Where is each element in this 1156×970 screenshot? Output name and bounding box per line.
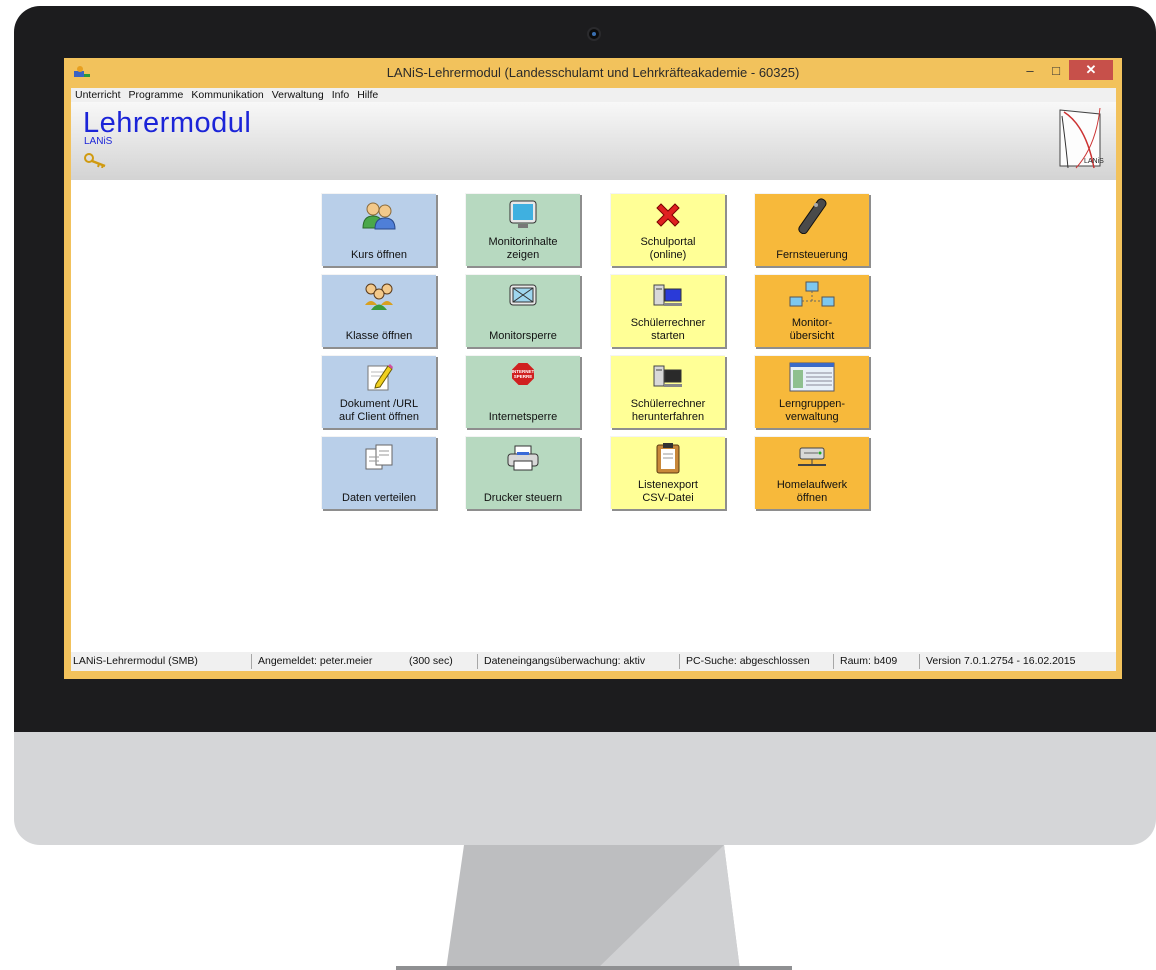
monitor-chin: [14, 732, 1156, 845]
webcam: [589, 29, 599, 39]
app-window: LANiS-Lehrermodul (Landesschulamt und Le…: [64, 58, 1122, 679]
tile-monitor-uebersicht[interactable]: Monitor- übersicht: [754, 274, 869, 347]
status-version: Version 7.0.1.2754 - 16.02.2015: [919, 654, 1115, 669]
tile-schulportal-online[interactable]: Schulportal (online): [610, 193, 725, 266]
tile-schuelerrechner-herunterfahren[interactable]: Schülerrechner herunterfahren: [610, 355, 725, 428]
tile-label: Internetsperre: [488, 411, 558, 423]
title-bar[interactable]: LANiS-Lehrermodul (Landesschulamt und Le…: [64, 58, 1122, 88]
tile-label: Lerngruppen- verwaltung: [778, 398, 846, 423]
status-app-name: LANiS-Lehrermodul (SMB): [73, 655, 198, 667]
logo-text: LANiS: [1084, 158, 1104, 165]
tile-label: Schülerrechner herunterfahren: [630, 398, 706, 423]
tile-homelaufwerk-oeffnen[interactable]: Homelaufwerk öffnen: [754, 436, 869, 509]
menu-verwaltung[interactable]: Verwaltung: [268, 89, 328, 101]
menu-hilfe[interactable]: Hilfe: [353, 89, 382, 101]
network-monitors-icon: [789, 281, 835, 307]
status-bar: LANiS-Lehrermodul (SMB) Angemeldet: pete…: [71, 652, 1116, 671]
tile-label: Listenexport CSV-Datei: [638, 479, 698, 504]
remote-control-icon: [798, 198, 827, 234]
key-icon[interactable]: [83, 152, 109, 168]
network-drive-icon: [798, 447, 826, 466]
status-logged-in: Angemeldet: peter.meier: [251, 654, 391, 669]
document-edit-icon: [367, 364, 393, 391]
menu-kommunikation[interactable]: Kommunikation: [187, 89, 267, 101]
close-icon[interactable]: ✕: [1069, 60, 1113, 80]
tile-label: Homelaufwerk öffnen: [776, 479, 848, 504]
tile-drucker-steuern[interactable]: Drucker steuern: [465, 436, 580, 509]
tile-klasse-oeffnen[interactable]: Klasse öffnen: [321, 274, 436, 347]
menu-unterricht[interactable]: Unterricht: [71, 89, 125, 101]
tile-grid: Kurs öffnen Monitorinhalte zeigen Schulp…: [71, 180, 1116, 652]
tile-label: Daten verteilen: [342, 492, 416, 504]
menu-info[interactable]: Info: [328, 89, 354, 101]
tile-label: Schulportal (online): [640, 236, 696, 261]
tile-fernsteuerung[interactable]: Fernsteuerung: [754, 193, 869, 266]
status-monitoring: Dateneingangsüberwachung: aktiv: [477, 654, 677, 669]
tile-lerngruppen-verwaltung[interactable]: Lerngruppen- verwaltung: [754, 355, 869, 428]
tile-schuelerrechner-starten[interactable]: Schülerrechner starten: [610, 274, 725, 347]
tile-monitorsperre[interactable]: Monitorsperre: [465, 274, 580, 347]
header-banner: Lehrermodul LANiS LANiS: [71, 102, 1116, 180]
lanis-logo: LANiS: [1056, 106, 1106, 172]
red-x-icon: [656, 203, 680, 227]
tile-label: Kurs öffnen: [350, 249, 408, 261]
status-pc-search: PC-Suche: abgeschlossen: [679, 654, 831, 669]
class-group-icon: [365, 283, 393, 310]
documents-icon: [365, 444, 393, 470]
tile-listenexport-csv[interactable]: Listenexport CSV-Datei: [610, 436, 725, 509]
menu-bar: Unterricht Programme Kommunikation Verwa…: [71, 88, 1116, 102]
minimize-icon[interactable]: –: [1017, 60, 1043, 80]
status-room: Raum: b409: [833, 654, 917, 669]
clipboard-icon: [656, 443, 680, 474]
spreadsheet-icon: [789, 362, 835, 392]
tile-label: Klasse öffnen: [345, 330, 413, 342]
maximize-icon[interactable]: □: [1043, 60, 1069, 80]
tile-label: Monitorinhalte zeigen: [488, 236, 558, 261]
window-title: LANiS-Lehrermodul (Landesschulamt und Le…: [386, 65, 800, 80]
status-timeout: (300 sec): [409, 655, 453, 667]
tile-label: Drucker steuern: [483, 492, 563, 504]
tile-internetsperre[interactable]: INTERNET SPERRE Internetsperre: [465, 355, 580, 428]
monitor-icon: [509, 200, 537, 228]
tile-label: Monitorsperre: [489, 330, 557, 342]
window-controls: – □ ✕: [1017, 60, 1113, 82]
tile-monitorinhalte-zeigen[interactable]: Monitorinhalte zeigen: [465, 193, 580, 266]
users-icon: [362, 202, 396, 230]
internet-stop-icon: INTERNET SPERRE: [512, 363, 534, 385]
tile-kurs-oeffnen[interactable]: Kurs öffnen: [321, 193, 436, 266]
tile-dokument-url-oeffnen[interactable]: Dokument /URL auf Client öffnen: [321, 355, 436, 428]
monitor-stand: [396, 845, 792, 970]
tile-label: Monitor- übersicht: [789, 317, 835, 342]
page-subtitle: LANiS: [84, 136, 113, 147]
computer-start-icon: [653, 284, 682, 306]
tile-label: Schülerrechner starten: [630, 317, 706, 342]
computer-shutdown-icon: [653, 365, 682, 387]
monitor-lock-icon: [509, 284, 537, 306]
menu-programme[interactable]: Programme: [125, 89, 188, 101]
tile-daten-verteilen[interactable]: Daten verteilen: [321, 436, 436, 509]
tile-label: Fernsteuerung: [776, 249, 848, 261]
tile-label: Dokument /URL auf Client öffnen: [339, 398, 419, 423]
printer-icon: [507, 445, 539, 471]
